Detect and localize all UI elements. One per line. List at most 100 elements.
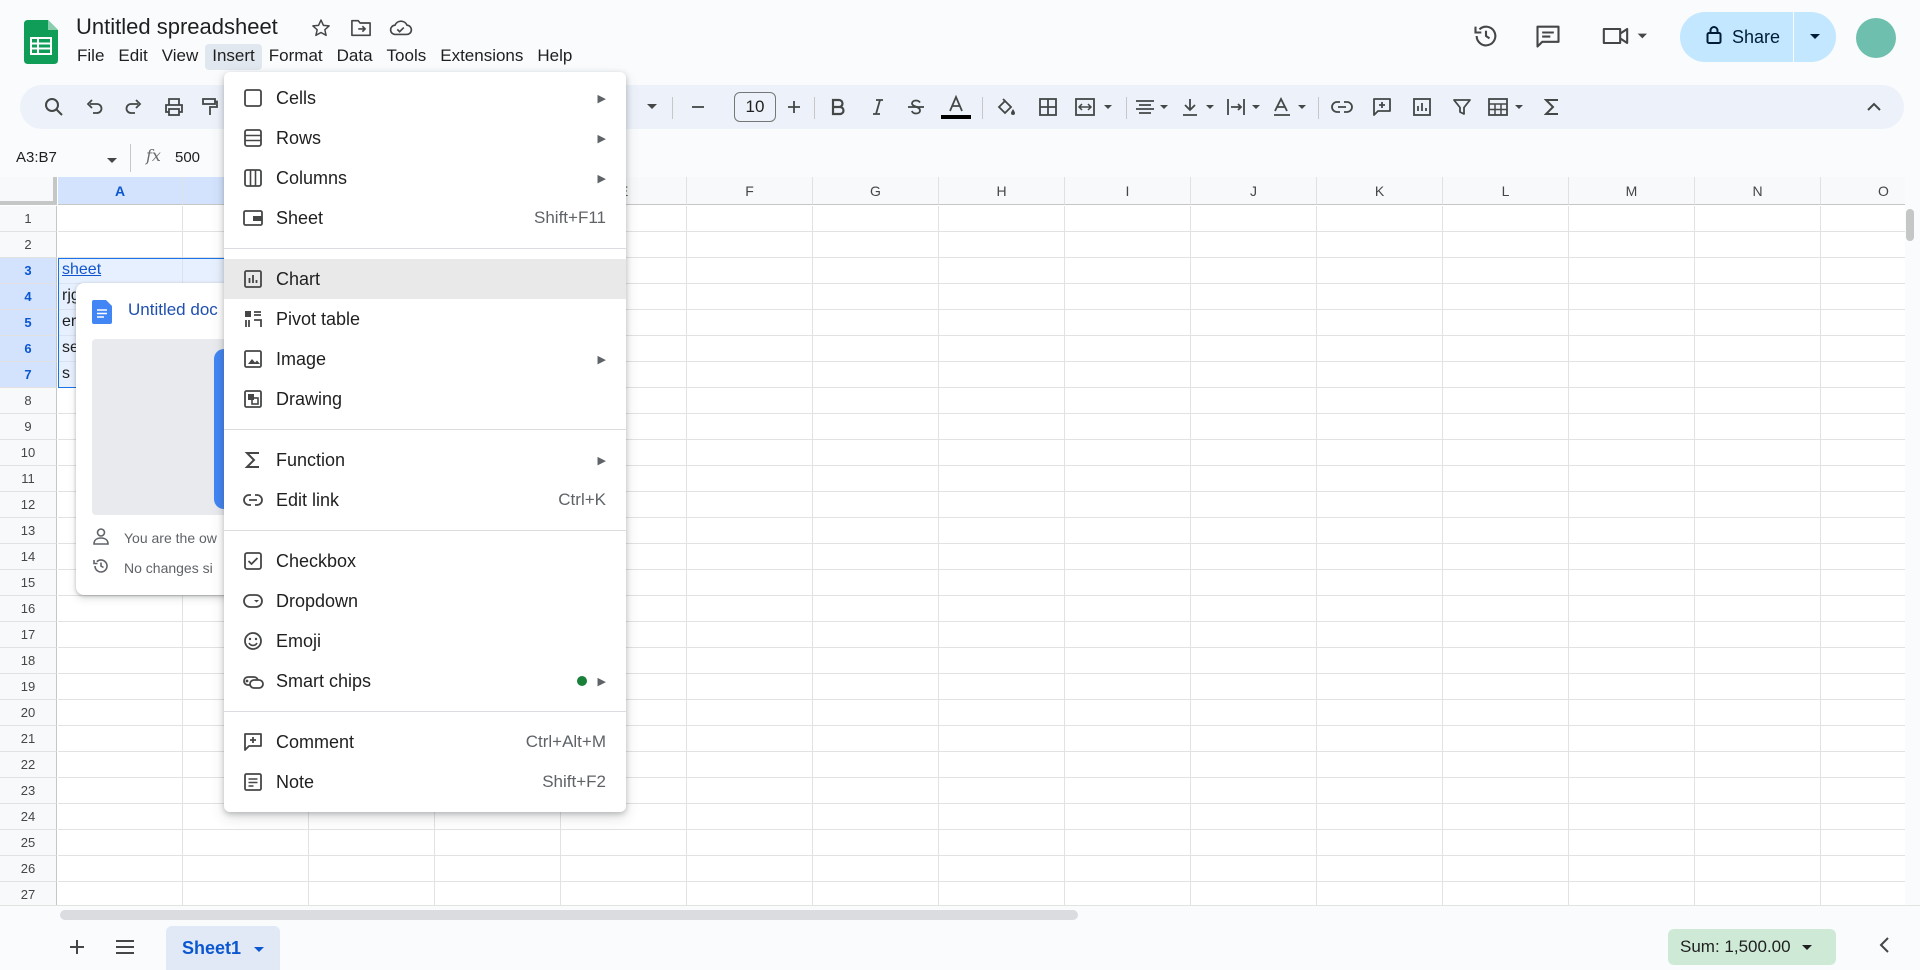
vertical-scrollbar[interactable] <box>1906 209 1914 241</box>
column-header-m[interactable]: M <box>1569 177 1695 205</box>
column-header-o[interactable]: O <box>1821 177 1905 205</box>
row-header-22[interactable]: 22 <box>0 752 57 778</box>
column-header-k[interactable]: K <box>1317 177 1443 205</box>
filter-icon[interactable] <box>1444 85 1480 129</box>
borders-icon[interactable] <box>1030 85 1066 129</box>
column-header-g[interactable]: G <box>813 177 939 205</box>
row-header-4[interactable]: 4 <box>0 284 57 310</box>
italic-icon[interactable] <box>860 85 896 129</box>
row-header-26[interactable]: 26 <box>0 856 57 882</box>
row-header-10[interactable]: 10 <box>0 440 57 466</box>
column-header-f[interactable]: F <box>687 177 813 205</box>
insert-menu-item-comment[interactable]: Comment Ctrl+Alt+M <box>224 722 626 762</box>
version-history-icon[interactable] <box>1468 18 1504 54</box>
share-button[interactable]: Share <box>1680 12 1836 62</box>
row-header-13[interactable]: 13 <box>0 518 57 544</box>
increase-font-size-icon[interactable] <box>780 85 808 129</box>
cell-A5[interactable]: er <box>62 313 76 331</box>
insert-menu-item-dropdown[interactable]: Dropdown <box>224 581 626 621</box>
text-rotation-icon[interactable] <box>1270 85 1312 129</box>
select-all-corner[interactable] <box>0 177 57 205</box>
decrease-font-size-icon[interactable] <box>684 85 712 129</box>
menu-data[interactable]: Data <box>330 44 380 70</box>
row-header-15[interactable]: 15 <box>0 570 57 596</box>
insert-menu-item-chart[interactable]: Chart <box>224 259 626 299</box>
sum-indicator[interactable]: Sum: 1,500.00 <box>1668 929 1836 965</box>
search-menus-icon[interactable] <box>40 85 68 129</box>
row-header-11[interactable]: 11 <box>0 466 57 492</box>
insert-menu-item-checkbox[interactable]: Checkbox <box>224 541 626 581</box>
horizontal-scrollbar[interactable] <box>60 910 1078 920</box>
insert-chart-icon[interactable] <box>1404 85 1440 129</box>
menu-file[interactable]: File <box>70 44 111 70</box>
row-header-1[interactable]: 1 <box>0 206 57 232</box>
add-sheet-icon[interactable] <box>64 934 90 960</box>
doc-preview-title[interactable]: Untitled doc <box>128 300 218 320</box>
row-header-3[interactable]: 3 <box>0 258 57 284</box>
column-header-h[interactable]: H <box>939 177 1065 205</box>
row-header-24[interactable]: 24 <box>0 804 57 830</box>
merge-cells-icon[interactable] <box>1070 85 1120 129</box>
insert-link-icon[interactable] <box>1324 85 1360 129</box>
insert-menu-item-smart-chips[interactable]: Smart chips ▶ <box>224 661 626 701</box>
sum-dropdown-icon[interactable] <box>1801 937 1813 957</box>
row-header-16[interactable]: 16 <box>0 596 57 622</box>
insert-menu-item-sheet[interactable]: Sheet Shift+F11 <box>224 198 626 238</box>
column-header-i[interactable]: I <box>1065 177 1191 205</box>
side-panel-toggle-icon[interactable] <box>1878 936 1890 959</box>
insert-menu-item-columns[interactable]: Columns ▶ <box>224 158 626 198</box>
functions-icon[interactable] <box>1534 85 1570 129</box>
insert-menu-item-function[interactable]: Function ▶ <box>224 440 626 480</box>
comments-icon[interactable] <box>1530 18 1566 54</box>
all-sheets-icon[interactable] <box>112 934 138 960</box>
row-header-25[interactable]: 25 <box>0 830 57 856</box>
undo-icon[interactable] <box>80 85 108 129</box>
print-icon[interactable] <box>160 85 188 129</box>
text-wrapping-icon[interactable] <box>1224 85 1266 129</box>
menu-help[interactable]: Help <box>530 44 579 70</box>
row-header-21[interactable]: 21 <box>0 726 57 752</box>
fill-color-icon[interactable] <box>988 85 1024 129</box>
column-header-n[interactable]: N <box>1695 177 1821 205</box>
row-header-14[interactable]: 14 <box>0 544 57 570</box>
row-header-8[interactable]: 8 <box>0 388 57 414</box>
star-icon[interactable] <box>308 16 334 40</box>
redo-icon[interactable] <box>120 85 148 129</box>
menu-edit[interactable]: Edit <box>111 44 154 70</box>
insert-menu-item-drawing[interactable]: Drawing <box>224 379 626 419</box>
font-dropdown-icon[interactable] <box>642 85 662 129</box>
table-icon[interactable] <box>1484 85 1530 129</box>
column-header-a[interactable]: A <box>58 177 183 205</box>
cell-A3[interactable]: sheet <box>62 261 101 279</box>
menu-view[interactable]: View <box>155 44 206 70</box>
sheet-tab-menu-icon[interactable] <box>253 938 265 959</box>
row-header-18[interactable]: 18 <box>0 648 57 674</box>
row-header-9[interactable]: 9 <box>0 414 57 440</box>
text-color-icon[interactable] <box>938 85 974 129</box>
insert-menu-item-note[interactable]: Note Shift+F2 <box>224 762 626 802</box>
sheet-tab[interactable]: Sheet1 <box>166 926 280 970</box>
menu-extensions[interactable]: Extensions <box>433 44 530 70</box>
insert-menu-item-image[interactable]: Image ▶ <box>224 339 626 379</box>
name-box[interactable]: A3:B7 <box>16 149 57 166</box>
insert-menu-item-rows[interactable]: Rows ▶ <box>224 118 626 158</box>
menu-tools[interactable]: Tools <box>380 44 434 70</box>
row-header-6[interactable]: 6 <box>0 336 57 362</box>
share-dropdown-icon[interactable] <box>1794 33 1836 41</box>
insert-menu-item-edit-link[interactable]: Edit link Ctrl+K <box>224 480 626 520</box>
cloud-status-icon[interactable] <box>388 16 414 40</box>
vertical-align-icon[interactable] <box>1178 85 1220 129</box>
horizontal-align-icon[interactable] <box>1132 85 1174 129</box>
insert-menu-item-pivot-table[interactable]: Pivot table <box>224 299 626 339</box>
insert-menu-item-cells[interactable]: Cells ▶ <box>224 78 626 118</box>
row-header-20[interactable]: 20 <box>0 700 57 726</box>
name-box-dropdown-icon[interactable] <box>106 152 118 170</box>
bold-icon[interactable] <box>820 85 856 129</box>
row-header-5[interactable]: 5 <box>0 310 57 336</box>
row-header-27[interactable]: 27 <box>0 882 57 905</box>
cell-A7[interactable]: s <box>62 365 70 383</box>
row-header-2[interactable]: 2 <box>0 232 57 258</box>
font-size-input[interactable]: 10 <box>734 92 776 122</box>
column-header-j[interactable]: J <box>1191 177 1317 205</box>
column-header-l[interactable]: L <box>1443 177 1569 205</box>
